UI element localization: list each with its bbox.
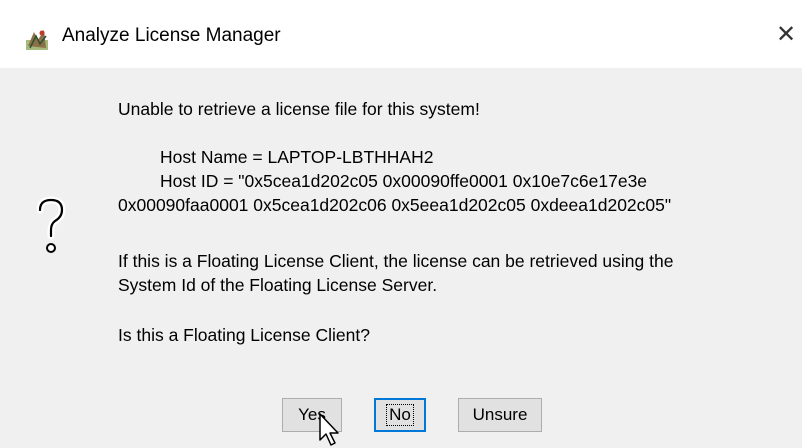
message-floating-line2: System Id of the Floating License Server… xyxy=(118,275,438,295)
title-bar[interactable]: Analyze License Manager ✕ xyxy=(0,0,802,68)
message-host-id-line1: Host ID = "0x5cea1d202c05 0x00090ffe0001… xyxy=(160,171,648,191)
message-host-name: Host Name = LAPTOP-LBTHHAH2 xyxy=(160,147,434,167)
question-mark-icon xyxy=(36,196,66,253)
message-error-line: Unable to retrieve a license file for th… xyxy=(118,99,480,119)
message-host-id-line2: 0x00090faa0001 0x5cea1d202c06 0x5eea1d20… xyxy=(118,195,672,215)
message-question: Is this a Floating License Client? xyxy=(118,325,370,345)
no-button-label: No xyxy=(386,404,414,426)
app-logo-icon xyxy=(26,30,48,50)
message-floating-line1: If this is a Floating License Client, th… xyxy=(118,251,674,271)
unsure-button[interactable]: Unsure xyxy=(458,398,542,432)
no-button[interactable]: No xyxy=(374,398,426,432)
window-title: Analyze License Manager xyxy=(62,25,281,46)
dialog-window: Analyze License Manager ✕ Unable to retr… xyxy=(0,0,802,448)
close-button[interactable]: ✕ xyxy=(776,20,802,50)
mouse-cursor-icon xyxy=(319,413,339,446)
